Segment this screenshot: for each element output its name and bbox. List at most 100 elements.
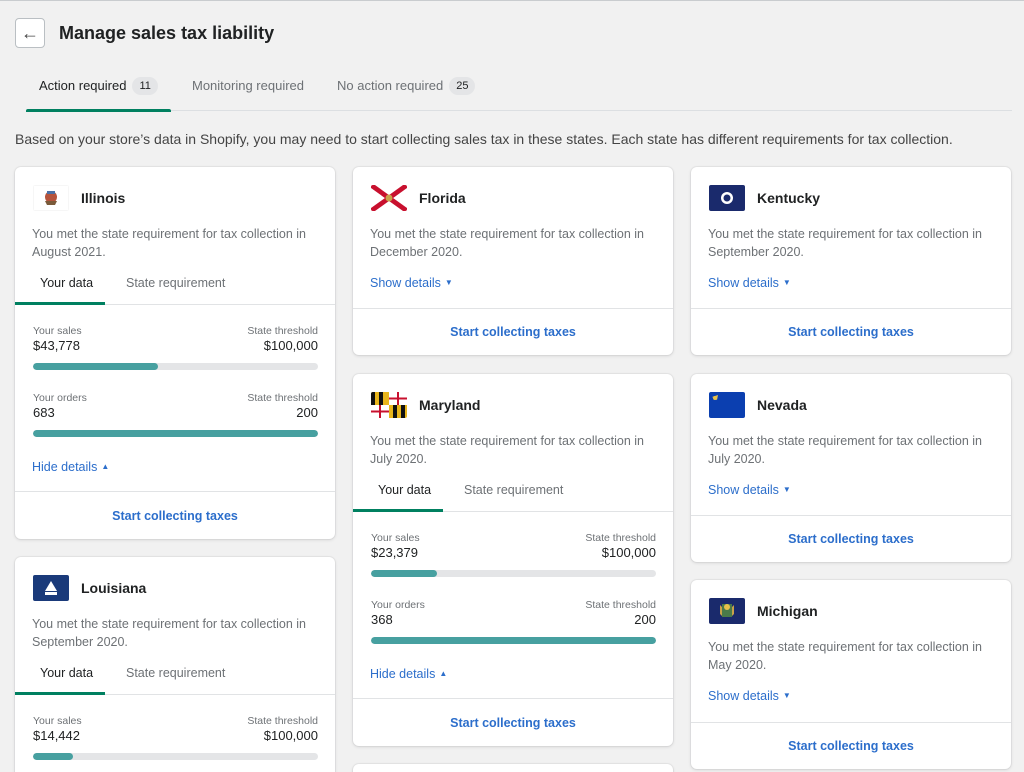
card-footer: Start collecting taxes	[691, 722, 1011, 769]
subtab-state-requirement[interactable]: State requirement	[464, 475, 563, 511]
progress-fill	[371, 637, 656, 644]
caret-up-icon: ▲	[101, 462, 110, 471]
orders-metric: Your orders State threshold 683 200	[33, 392, 318, 437]
sales-metric: Your sales State threshold $14,442 $100,00…	[33, 715, 318, 760]
progress-bar	[371, 637, 656, 644]
requirement-text: You met the state requirement for tax co…	[708, 434, 982, 466]
count-badge: 11	[132, 77, 158, 95]
link-label: Show details	[708, 276, 779, 290]
start-collecting-button[interactable]: Start collecting taxes	[450, 325, 576, 339]
intro-text: Based on your store’s data in Shopify, y…	[15, 131, 953, 147]
state-name: Maryland	[419, 397, 481, 413]
progress-fill	[371, 570, 437, 577]
louisiana-flag-icon	[33, 575, 69, 601]
progress-fill	[33, 430, 318, 437]
orders-value: 683	[33, 405, 55, 420]
progress-bar	[33, 753, 318, 760]
kentucky-flag-icon	[709, 185, 745, 211]
michigan-flag-icon	[709, 598, 745, 624]
card-header: Kentucky	[709, 185, 820, 211]
subtab-state-requirement[interactable]: State requirement	[126, 268, 225, 304]
show-details-link[interactable]: Show details ▼	[708, 689, 791, 703]
start-collecting-button[interactable]: Start collecting taxes	[788, 739, 914, 753]
orders-value: 368	[371, 612, 393, 627]
state-card-partial	[353, 764, 673, 772]
hide-details-link[interactable]: Hide details ▲	[32, 460, 109, 474]
requirement-text: You met the state requirement for tax co…	[708, 640, 982, 672]
link-label: Hide details	[32, 460, 98, 474]
sales-value: $23,379	[371, 545, 418, 560]
threshold-label: State threshold	[585, 599, 656, 611]
threshold-label: State threshold	[247, 325, 318, 337]
state-card-kentucky: Kentucky You met the state requirement f…	[691, 167, 1011, 355]
requirement-text: You met the state requirement for tax co…	[370, 227, 644, 259]
start-collecting-button[interactable]: Start collecting taxes	[788, 532, 914, 546]
metric-label: Your sales	[33, 715, 82, 727]
card-footer: Start collecting taxes	[15, 491, 335, 539]
card-header: Illinois	[33, 185, 125, 211]
data-subtabs: Your data State requirement	[353, 475, 673, 512]
show-details-link[interactable]: Show details ▼	[370, 276, 453, 290]
state-card-florida: Florida You met the state requirement fo…	[353, 167, 673, 355]
caret-down-icon: ▼	[782, 278, 791, 287]
progress-fill	[33, 753, 73, 760]
threshold-label: State threshold	[247, 715, 318, 727]
tab-label: Monitoring required	[192, 78, 305, 93]
subtab-your-data[interactable]: Your data	[353, 475, 443, 512]
start-collecting-button[interactable]: Start collecting taxes	[112, 509, 238, 523]
arrow-left-icon: ←	[21, 22, 39, 43]
illinois-flag-icon	[33, 185, 69, 211]
state-name: Louisiana	[81, 580, 147, 596]
subtab-your-data[interactable]: Your data	[15, 658, 105, 695]
link-label: Hide details	[370, 667, 436, 681]
requirement-text: You met the state requirement for tax co…	[32, 617, 306, 649]
state-card-nevada: Nevada You met the state requirement for…	[691, 374, 1011, 562]
metric-label: Your sales	[33, 325, 82, 337]
state-name: Kentucky	[757, 190, 821, 206]
data-subtabs: Your data State requirement	[15, 268, 335, 305]
metric-label: Your orders	[371, 599, 425, 611]
sales-threshold: $100,000	[263, 728, 318, 743]
tab-monitoring-required[interactable]: Monitoring required	[192, 73, 337, 111]
tab-action-required[interactable]: Action required 11	[26, 73, 171, 112]
metric-label: Your orders	[33, 392, 87, 404]
start-collecting-button[interactable]: Start collecting taxes	[788, 325, 914, 339]
card-footer: Start collecting taxes	[691, 308, 1011, 355]
progress-fill	[33, 363, 159, 370]
tab-no-action-required[interactable]: No action required 25	[337, 73, 476, 111]
state-name: Michigan	[757, 603, 818, 619]
page-title: Manage sales tax liability	[59, 22, 275, 43]
card-footer: Start collecting taxes	[691, 515, 1011, 562]
progress-bar	[371, 570, 656, 577]
requirement-text: You met the state requirement for tax co…	[32, 227, 306, 259]
maryland-flag-icon	[371, 392, 407, 418]
state-name: Florida	[419, 190, 466, 206]
card-header: Louisiana	[33, 575, 146, 601]
progress-bar	[33, 363, 318, 370]
link-label: Show details	[708, 689, 779, 703]
card-header: Michigan	[709, 598, 818, 624]
card-footer: Start collecting taxes	[353, 308, 673, 355]
back-button[interactable]: ←	[15, 18, 45, 48]
subtab-state-requirement[interactable]: State requirement	[126, 658, 225, 694]
data-subtabs: Your data State requirement	[15, 658, 335, 695]
show-details-link[interactable]: Show details ▼	[708, 276, 791, 290]
start-collecting-button[interactable]: Start collecting taxes	[450, 716, 576, 730]
card-header: Nevada	[709, 392, 807, 418]
orders-threshold: 200	[296, 405, 318, 420]
progress-bar	[33, 430, 318, 437]
subtab-your-data[interactable]: Your data	[15, 268, 105, 305]
state-card-michigan: Michigan You met the state requirement f…	[691, 580, 1011, 769]
hide-details-link[interactable]: Hide details ▲	[370, 667, 447, 681]
sales-value: $43,778	[33, 338, 80, 353]
threshold-label: State threshold	[585, 532, 656, 544]
card-header: Florida	[371, 185, 466, 211]
link-label: Show details	[370, 276, 441, 290]
tab-label: No action required	[337, 78, 444, 93]
sales-metric: Your sales State threshold $43,778 $100,00…	[33, 325, 318, 370]
requirement-text: You met the state requirement for tax co…	[370, 434, 644, 466]
caret-up-icon: ▲	[439, 669, 448, 678]
state-card-illinois: Illinois You met the state requirement f…	[15, 167, 335, 539]
show-details-link[interactable]: Show details ▼	[708, 483, 791, 497]
link-label: Show details	[708, 483, 779, 497]
